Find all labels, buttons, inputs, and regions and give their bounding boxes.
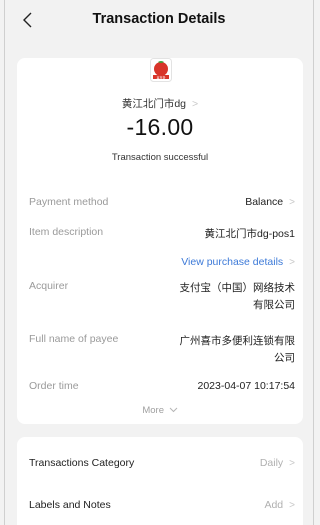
- chevron-right-icon: >: [289, 500, 295, 511]
- order-time-value: 2023-04-07 10:17:54: [197, 380, 296, 392]
- logo-text: 喜市多: [156, 74, 165, 79]
- payee-label: Full name of payee: [29, 333, 119, 345]
- transactions-category-label: Transactions Category: [29, 457, 135, 469]
- payee-value: 广州喜市多便利连锁有限 公司: [180, 333, 296, 367]
- transaction-status: Transaction successful: [111, 152, 209, 163]
- transaction-amount: -16.00: [126, 114, 194, 140]
- acquirer-value: 支付宝（中国）网络技术 有限公司: [180, 280, 296, 314]
- transactions-category-row[interactable]: Transactions Category Daily >: [29, 457, 295, 469]
- acquirer-label: Acquirer: [29, 280, 69, 292]
- transactions-category-value-group: Daily >: [260, 457, 295, 469]
- chevron-right-icon: >: [192, 98, 199, 110]
- transactions-category-value: Daily: [259, 457, 284, 469]
- labels-notes-label: Labels and Notes: [29, 499, 111, 511]
- view-purchase-details-link[interactable]: View purchase details: [181, 256, 283, 268]
- more-toggle[interactable]: More: [17, 405, 303, 416]
- item-description-value: 黄江北门市dg-pos1: [204, 228, 295, 240]
- order-time-label: Order time: [29, 380, 79, 392]
- view-purchase-details-group[interactable]: View purchase details >: [181, 256, 295, 268]
- chevron-down-icon: [169, 407, 177, 413]
- phone-screen: Transaction Details 喜市多 黄江北门市dg > -16.00 …: [4, 0, 314, 525]
- payee-value-line1: 广州喜市多便利连锁有限: [179, 335, 296, 347]
- payee-value-line2: 公司: [274, 352, 295, 364]
- payment-method-value: Balance: [245, 196, 284, 208]
- chevron-right-icon: >: [289, 458, 295, 469]
- page-title: Transaction Details: [92, 11, 226, 27]
- category-card: Transactions Category Daily > Labels and …: [17, 437, 303, 525]
- more-label: More: [142, 405, 164, 416]
- payment-method-value-group: Balance >: [245, 196, 295, 208]
- transaction-summary-card: 喜市多 黄江北门市dg > -16.00 Transaction successf…: [17, 58, 303, 424]
- labels-notes-row[interactable]: Labels and Notes Add >: [29, 499, 295, 511]
- chevron-right-icon: >: [289, 257, 295, 268]
- merchant-name-link[interactable]: 黄江北门市dg >: [17, 96, 303, 111]
- acquirer-value-line2: 有限公司: [253, 299, 295, 311]
- labels-notes-value-group: Add >: [264, 499, 295, 511]
- chevron-right-icon: >: [289, 197, 295, 208]
- merchant-logo-icon[interactable]: 喜市多: [150, 58, 172, 82]
- navigation-bar: Transaction Details: [5, 0, 313, 40]
- acquirer-value-line1: 支付宝（中国）网络技术: [179, 282, 296, 294]
- item-description-label: Item description: [29, 226, 104, 238]
- labels-notes-value: Add: [264, 499, 284, 511]
- merchant-name: 黄江北门市dg: [121, 98, 187, 110]
- payment-method-label: Payment method: [29, 196, 109, 208]
